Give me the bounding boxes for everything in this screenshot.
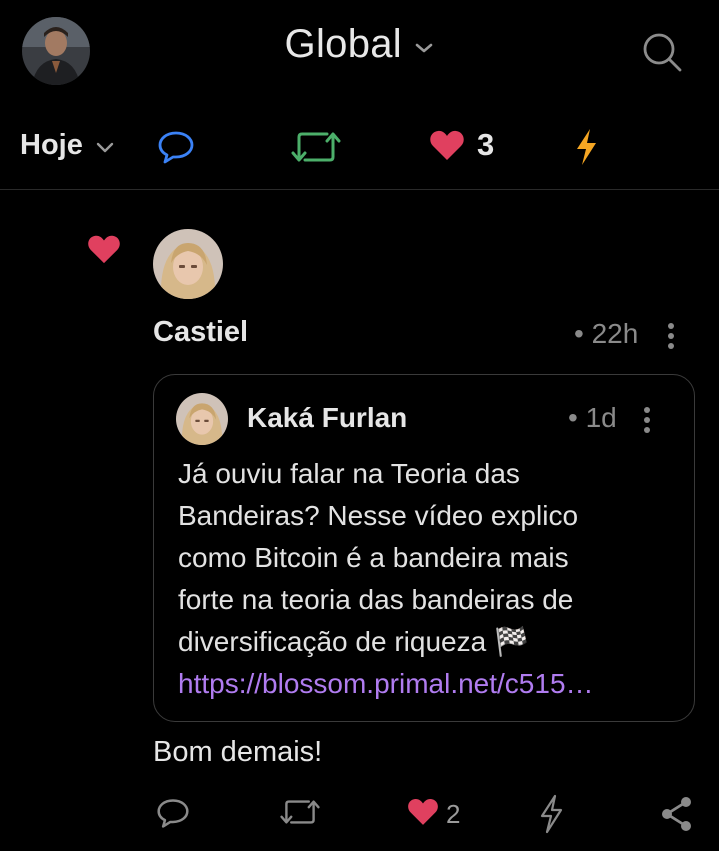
search-icon[interactable] [641,31,683,78]
top-bar: Global [0,0,719,100]
post-timestamp: • 22h [574,318,639,349]
reaction-heart-icon [87,233,121,270]
quoted-author-avatar[interactable] [176,393,228,445]
quoted-text-line: Já ouviu falar na Teoria das [178,458,520,489]
share-icon[interactable] [660,796,694,837]
repost-filter-icon[interactable] [291,129,341,170]
post-author-avatar[interactable] [153,229,223,299]
quoted-author-name[interactable]: Kaká Furlan [247,402,407,434]
like-count: 3 [477,127,495,162]
notification-filter-bar: Hoje 3 [0,112,719,190]
post-author-name[interactable]: Castiel [153,316,248,349]
feed-title-selector[interactable]: Global [0,22,719,67]
quoted-note-link[interactable]: https://blossom.primal.net/c515… [178,663,678,705]
period-selector[interactable]: Hoje [20,129,83,162]
post-content: Bom demais! [153,736,323,768]
like-icon[interactable] [407,797,439,831]
quoted-text-line: como Bitcoin é a bandeira mais [178,542,569,573]
chevron-down-icon [414,41,434,59]
repost-icon[interactable] [280,796,320,833]
chevron-down-icon[interactable] [95,141,115,159]
quoted-text-line: Bandeiras? Nesse vídeo explico [178,500,579,531]
more-options-icon[interactable] [642,406,652,439]
zap-filter-icon[interactable] [573,127,599,172]
quoted-note[interactable]: Kaká Furlan • 1d Já ouviu falar na Teori… [153,374,695,722]
reply-filter-icon[interactable] [157,129,195,170]
quoted-text-line: forte na teoria das bandeiras de [178,584,574,615]
quoted-text-line: diversificação de riqueza 🏁 [178,626,529,657]
quoted-timestamp: • 1d [568,402,617,433]
more-options-icon[interactable] [666,322,676,355]
quoted-note-text: Já ouviu falar na Teoria das Bandeiras? … [178,453,678,705]
post-action-bar: 2 [0,790,719,840]
zap-icon[interactable] [537,794,565,839]
reply-icon[interactable] [156,796,190,835]
feed-title: Global [284,22,402,66]
like-filter-icon[interactable] [429,129,465,166]
post-like-count: 2 [446,799,461,829]
